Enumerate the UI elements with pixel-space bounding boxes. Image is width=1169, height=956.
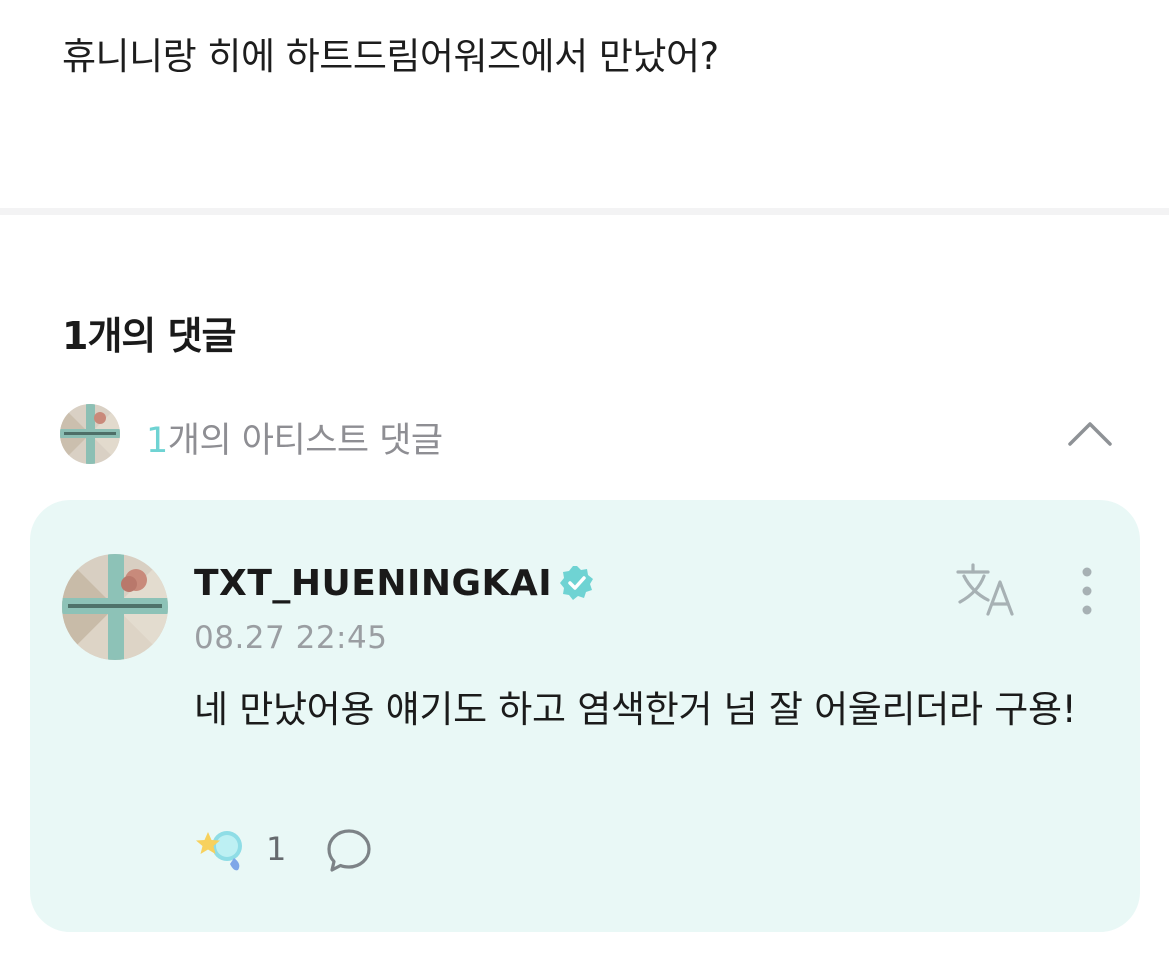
artist-comments-text: 개의 아티스트 댓글 [167, 421, 443, 461]
artist-comments-count: 1 [146, 421, 168, 461]
comment-timestamp: 08.27 22:45 [194, 620, 388, 656]
verified-badge-icon [558, 564, 596, 602]
more-vertical-icon[interactable] [1070, 564, 1104, 620]
artist-avatar-icon [60, 404, 120, 464]
reaction-count: 1 [266, 830, 287, 868]
speech-bubble-icon[interactable] [324, 826, 374, 876]
post-detail-page: 휴니니랑 히에 하트드림어워즈에서 만났어? 1개의 댓글 1개의 아티스트 댓… [0, 0, 1169, 956]
artist-comments-summary[interactable]: 1개의 아티스트 댓글 [60, 404, 1120, 466]
comment-text: 네 만났어용 얘기도 하고 염색한거 넘 잘 어울리더라 구용! [194, 688, 1077, 731]
artist-comments-label: 1개의 아티스트 댓글 [146, 412, 443, 463]
artist-comment-card: TXT_HUENINGKAI 08.27 22:45 네 만났어용 얘기도 하고… [30, 500, 1140, 932]
section-divider [0, 208, 1169, 215]
author-row: TXT_HUENINGKAI [194, 560, 596, 606]
author-avatar[interactable] [62, 554, 168, 660]
post-body-text: 휴니니랑 히에 하트드림어워즈에서 만났어? [62, 35, 719, 78]
chevron-up-icon[interactable] [1064, 410, 1116, 458]
translate-icon[interactable] [954, 562, 1018, 618]
comment-actions: 1 [194, 822, 454, 878]
comment-count-heading: 1개의 댓글 [62, 314, 237, 358]
star-reaction-icon[interactable] [194, 824, 250, 876]
author-name[interactable]: TXT_HUENINGKAI [194, 563, 552, 604]
